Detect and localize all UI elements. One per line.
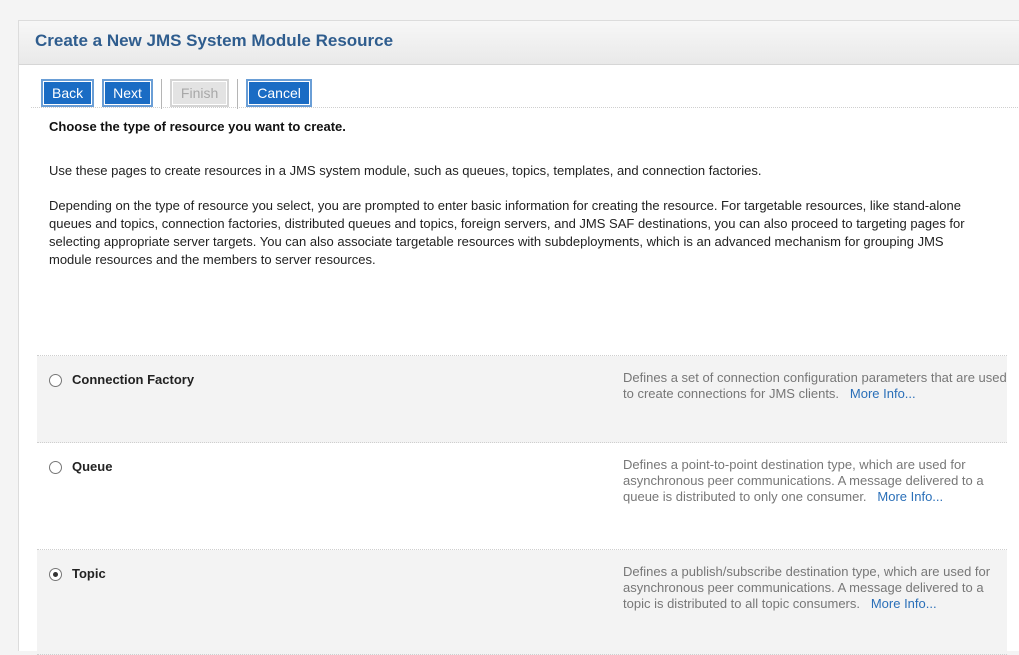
page-header: Create a New JMS System Module Resource [19,21,1019,65]
toolbar-separator [160,79,162,109]
finish-button: Finish [169,79,230,107]
option-label-connection-factory[interactable]: Connection Factory [72,372,194,387]
intro-section: Choose the type of resource you want to … [19,119,1019,269]
option-description: Defines a set of connection configuratio… [619,356,1007,442]
option-label-queue[interactable]: Queue [72,459,112,474]
toolbar-separator [237,79,239,109]
cancel-button[interactable]: Cancel [246,79,312,107]
description-connection-factory: Defines a set of connection configuratio… [623,370,1007,401]
resource-type-options: Connection Factory Defines a set of conn… [37,355,1007,655]
page-title: Create a New JMS System Module Resource [35,31,394,50]
back-button[interactable]: Back [41,79,95,107]
option-selector: Topic [37,550,619,654]
option-description: Defines a point-to-point destination typ… [619,443,1007,549]
wizard-toolbar: Back Next Finish Cancel [31,65,1018,109]
option-selector: Connection Factory [37,356,619,442]
radio-topic[interactable] [49,568,62,581]
option-row-queue: Queue Defines a point-to-point destinati… [37,443,1007,550]
option-row-topic: Topic Defines a publish/subscribe destin… [37,550,1007,655]
radio-queue[interactable] [49,461,62,474]
more-info-link-queue[interactable]: More Info... [877,489,943,504]
option-label-topic[interactable]: Topic [72,566,106,581]
more-info-link-connection-factory[interactable]: More Info... [850,386,916,401]
option-selector: Queue [37,443,619,549]
intro-paragraph-1: Use these pages to create resources in a… [49,163,762,178]
more-info-link-topic[interactable]: More Info... [871,596,937,611]
next-button[interactable]: Next [102,79,153,107]
option-description: Defines a publish/subscribe destination … [619,550,1007,654]
intro-paragraph-2: Depending on the type of resource you se… [49,198,965,267]
content-panel: Create a New JMS System Module Resource … [18,20,1019,655]
instruction-heading: Choose the type of resource you want to … [49,119,346,134]
radio-connection-factory[interactable] [49,374,62,387]
option-row-connection-factory: Connection Factory Defines a set of conn… [37,356,1007,443]
